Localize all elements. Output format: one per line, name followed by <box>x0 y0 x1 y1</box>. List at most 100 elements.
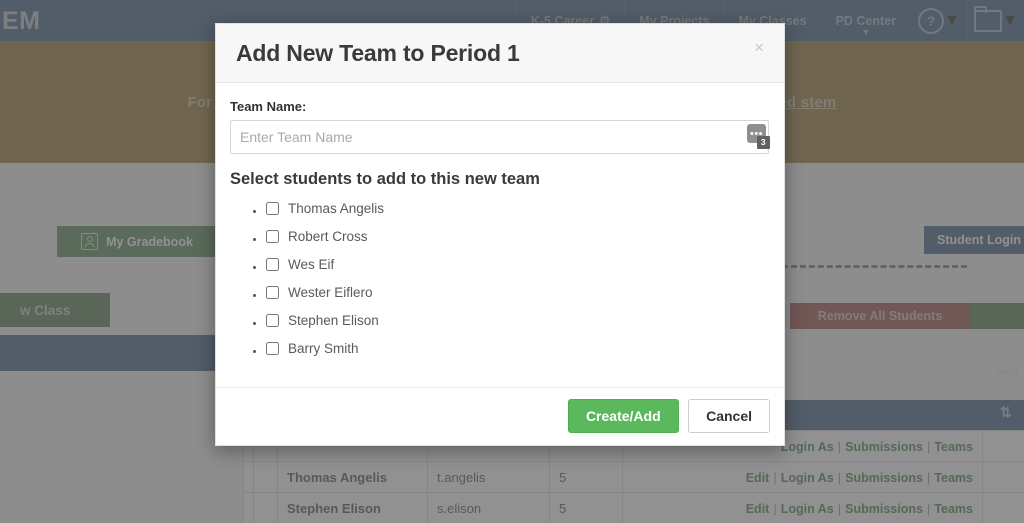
cell-count: 5 <box>549 492 623 523</box>
site-logo[interactable]: EM <box>0 0 41 41</box>
student-checkbox[interactable] <box>266 314 279 328</box>
search-label: Sea <box>995 363 1019 378</box>
my-gradebook-label: My Gradebook <box>106 234 193 249</box>
student-row: Wes Eif <box>266 257 769 272</box>
action-separator: | <box>926 469 931 485</box>
new-class-label: w Class <box>20 302 71 318</box>
folder-icon <box>974 5 1003 32</box>
question-circle-icon: ? <box>918 7 945 34</box>
student-login-label: Student Login P <box>937 233 1024 247</box>
row-end-spacer <box>981 461 1024 493</box>
action-teams[interactable]: Teams <box>934 502 973 516</box>
remove-all-students-button[interactable]: Remove All Students <box>790 303 970 329</box>
nav-item-pd-center[interactable]: PD Center ▼ <box>820 0 910 41</box>
modal-title: Add New Team to Period 1 <box>236 40 520 66</box>
chevron-down-icon: ▼ <box>944 11 960 29</box>
student-name-label: Wes Eif <box>288 257 335 273</box>
action-separator: | <box>837 469 842 485</box>
team-name-input[interactable] <box>230 120 769 155</box>
create-add-button[interactable]: Create/Add <box>567 399 679 434</box>
row-spacer <box>243 461 254 493</box>
blue-section-bar <box>0 335 218 371</box>
student-checkbox[interactable] <box>266 202 279 216</box>
select-students-heading: Select students to add to this new team <box>230 170 540 189</box>
action-teams[interactable]: Teams <box>934 440 973 454</box>
student-row: Thomas Angelis <box>266 201 769 216</box>
cancel-button[interactable]: Cancel <box>688 399 770 434</box>
action-submissions[interactable]: Submissions <box>845 440 923 454</box>
team-name-label: Team Name: <box>230 99 307 115</box>
action-separator: | <box>773 500 777 516</box>
action-submissions[interactable]: Submissions <box>845 471 923 485</box>
row-spacer <box>253 461 278 493</box>
table-row[interactable]: Thomas Angelis t.angelis 5 Edit | Login As… <box>243 461 1024 493</box>
password-manager-icon[interactable]: ••• 3 <box>747 124 770 150</box>
team-name-field-wrap: ••• 3 <box>230 120 770 155</box>
chevron-down-icon: ▼ <box>1002 11 1018 29</box>
dashed-divider <box>782 265 967 268</box>
cell-count: 5 <box>549 461 623 493</box>
student-name-label: Thomas Angelis <box>288 201 385 217</box>
action-separator: | <box>837 500 842 516</box>
chevron-down-icon: ▼ <box>861 27 871 37</box>
id-card-icon <box>81 233 99 250</box>
student-checkbox[interactable] <box>266 258 279 272</box>
action-login-as[interactable]: Login As <box>781 471 834 485</box>
student-name-label: Robert Cross <box>288 229 368 245</box>
row-end-spacer <box>981 430 1024 462</box>
add-team-modal: Add New Team to Period 1 × Team Name: ••… <box>215 23 785 447</box>
cell-actions: Edit | Login As | Submissions | Teams <box>622 492 983 523</box>
list-item: Barry Smith <box>266 341 769 356</box>
close-icon[interactable]: × <box>748 38 770 57</box>
student-name-label: Wester Eiflero <box>288 285 373 301</box>
action-separator: | <box>837 438 842 454</box>
action-separator: | <box>926 500 931 516</box>
action-login-as[interactable]: Login As <box>781 440 834 454</box>
app-screen: EM K-5 Career ⚙ My Projects My Classes P… <box>0 0 1024 523</box>
action-separator: | <box>926 438 931 454</box>
row-end-spacer <box>981 492 1024 523</box>
help-button[interactable]: ? ▼ <box>910 0 967 41</box>
student-row: Barry Smith <box>266 341 769 356</box>
action-separator: | <box>773 469 777 485</box>
student-login-page-button[interactable]: Student Login P <box>924 226 1024 254</box>
student-checkbox[interactable] <box>266 230 279 244</box>
nav-item-label: PD Center <box>835 13 896 28</box>
list-item: Stephen Elison <box>266 313 769 328</box>
modal-footer: Create/Add Cancel <box>216 388 784 446</box>
action-edit[interactable]: Edit <box>746 502 770 516</box>
row-spacer <box>253 492 278 523</box>
adjacent-green-button[interactable] <box>970 303 1024 329</box>
cell-student-name[interactable]: Thomas Angelis <box>277 461 428 493</box>
table-row[interactable]: Stephen Elison s.elison 5 Edit | Login As |… <box>243 492 1024 523</box>
action-submissions[interactable]: Submissions <box>845 502 923 516</box>
remove-all-students-label: Remove All Students <box>817 309 943 323</box>
row-spacer <box>243 492 254 523</box>
cell-username: s.elison <box>427 492 550 523</box>
list-item: Wester Eiflero <box>266 285 769 300</box>
list-item: Robert Cross <box>266 229 769 244</box>
student-name-label: Stephen Elison <box>288 313 379 329</box>
action-login-as[interactable]: Login As <box>781 502 834 516</box>
list-item: Wes Eif <box>266 257 769 272</box>
modal-header: Add New Team to Period 1 × <box>216 24 784 84</box>
student-checkbox[interactable] <box>266 342 279 356</box>
cell-actions: Edit | Login As | Submissions | Teams <box>622 461 983 493</box>
sort-icon[interactable]: ⇅ <box>1000 404 1012 421</box>
files-button[interactable]: ▼ <box>967 0 1024 41</box>
student-row: Wester Eiflero <box>266 285 769 300</box>
password-manager-count-badge: 3 <box>757 136 770 150</box>
new-class-button[interactable]: w Class <box>0 293 110 327</box>
student-name-label: Barry Smith <box>288 341 359 357</box>
list-item: Thomas Angelis <box>266 201 769 216</box>
my-gradebook-button[interactable]: My Gradebook <box>57 226 217 257</box>
student-row: Robert Cross <box>266 229 769 244</box>
student-checkbox-list: Thomas Angelis Robert Cross Wes Eif <box>230 201 769 356</box>
action-edit[interactable]: Edit <box>746 471 770 485</box>
student-row: Stephen Elison <box>266 313 769 328</box>
modal-body: Team Name: ••• 3 Select students to add … <box>216 83 784 389</box>
student-checkbox[interactable] <box>266 286 279 300</box>
cell-student-name[interactable]: Stephen Elison <box>277 492 428 523</box>
action-teams[interactable]: Teams <box>934 471 973 485</box>
cell-username: t.angelis <box>427 461 550 493</box>
